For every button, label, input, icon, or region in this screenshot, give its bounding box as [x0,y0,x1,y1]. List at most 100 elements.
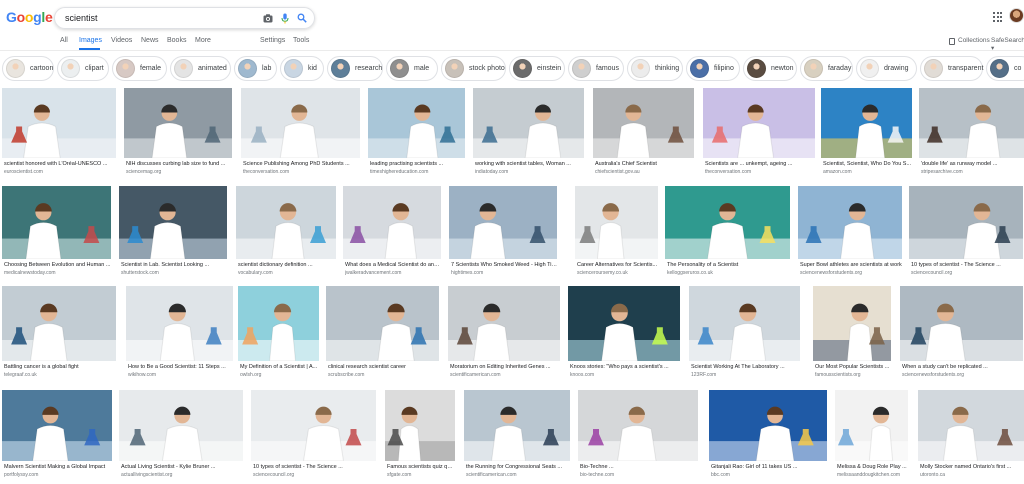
chip-transparent[interactable]: transparent [920,56,983,81]
image-thumbnail[interactable] [126,286,233,361]
image-caption[interactable]: Moratorium on Editing Inherited Genes ..… [450,364,560,370]
chip-newton[interactable]: newton [743,56,797,81]
image-caption[interactable]: working with scientist tables, Woman ... [475,161,584,167]
image-caption[interactable]: Malvern Scientist Making a Global Impact [4,464,112,470]
image-result[interactable]: working with scientist tables, Woman ...… [473,88,584,178]
search-input[interactable] [65,13,257,23]
image-caption[interactable]: Gitanjali Rao: Girl of 11 takes US ... [711,464,827,470]
image-result[interactable]: Moratorium on Editing Inherited Genes ..… [448,286,560,381]
chip-co[interactable]: co [986,56,1024,81]
image-caption[interactable]: Bio-Techne ... [580,464,698,470]
image-caption[interactable]: When a study can't be replicated ... [902,364,1023,370]
image-caption[interactable]: Scientist Working At The Laboratory ... [691,364,800,370]
image-thumbnail[interactable] [343,186,441,259]
image-result[interactable]: scientist dictionary definition ... vocab… [236,186,336,279]
image-thumbnail[interactable] [813,286,891,361]
image-result[interactable]: When a study can't be replicated ... scie… [900,286,1023,381]
image-result[interactable]: Actual Living Scientist - Kylie Bruner .… [119,390,243,481]
image-result[interactable]: clinical research scientist career scrubs… [326,286,439,381]
chip-einstein[interactable]: einstein [509,56,565,81]
image-result[interactable]: Super Bowl athletes are scientists at wo… [798,186,902,279]
image-thumbnail[interactable] [236,186,336,259]
image-result[interactable]: Malvern Scientist Making a Global Impact… [2,390,112,481]
image-result[interactable]: NIH discusses curbing lab size to fund .… [124,88,232,178]
image-thumbnail[interactable] [593,88,694,158]
image-caption[interactable]: My Definition of a Scientist | A... [240,364,319,370]
image-result[interactable]: Australia's Chief Scientist chiefscientis… [593,88,694,178]
chip-famous[interactable]: famous [568,56,624,81]
image-thumbnail[interactable] [709,390,827,461]
image-thumbnail[interactable] [578,390,698,461]
image-thumbnail[interactable] [575,186,658,259]
image-caption[interactable]: Choosing Between Evolution and Human ... [4,262,111,268]
image-result[interactable]: 10 types of scientist - The Science ... s… [251,390,376,481]
image-result[interactable]: 7 Scientists Who Smoked Weed - High Time… [449,186,557,279]
image-caption[interactable]: Career Alternatives for Scientis... [577,262,658,268]
image-thumbnail[interactable] [238,286,319,361]
image-caption[interactable]: scientist dictionary definition ... [238,262,336,268]
image-thumbnail[interactable] [2,390,112,461]
chip-faraday[interactable]: faraday [800,56,853,81]
chip-clipart[interactable]: clipart [57,56,109,81]
tab-more[interactable]: More [195,37,211,44]
image-thumbnail[interactable] [385,390,455,461]
image-caption[interactable]: leading practising scientists ... [370,161,465,167]
google-logo[interactable]: Google [6,9,53,25]
image-caption[interactable]: Our Most Popular Scientists ... [815,364,891,370]
image-result[interactable]: What does a Medical Scientist do and... j… [343,186,441,279]
image-thumbnail[interactable] [241,88,360,158]
image-thumbnail[interactable] [798,186,902,259]
tab-images[interactable]: Images [79,37,102,44]
image-thumbnail[interactable] [919,88,1024,158]
image-result[interactable]: Molly Stocker named Ontario's first ... u… [918,390,1024,481]
image-caption[interactable]: Battling cancer is a global fight [4,364,116,370]
image-caption[interactable]: 10 types of scientist - The Science ... [911,262,1023,268]
image-result[interactable]: Scientist, Scientist, Who Do You S... ama… [821,88,912,178]
image-result[interactable]: leading practising scientists ... timeshi… [368,88,465,178]
image-caption[interactable]: Super Bowl athletes are scientists at wo… [800,262,902,268]
chip-drawing[interactable]: drawing [856,56,917,81]
image-caption[interactable]: Knoos stories: "Who pays a scientist's .… [570,364,680,370]
image-thumbnail[interactable] [900,286,1023,361]
tab-books[interactable]: Books [167,37,186,44]
chip-kid[interactable]: kid [280,56,324,81]
image-result[interactable]: Science Publishing Among PhD Students ..… [241,88,360,178]
image-caption[interactable]: Famous scientists quiz qui... [387,464,455,470]
image-thumbnail[interactable] [665,186,790,259]
image-caption[interactable]: Australia's Chief Scientist [595,161,694,167]
image-result[interactable]: Scientist in Lab. Scientist Looking ... s… [119,186,227,279]
image-caption[interactable]: the Running for Congressional Seats ... [466,464,570,470]
image-thumbnail[interactable] [909,186,1023,259]
chip-stock-photo[interactable]: stock photo [441,56,506,81]
image-result[interactable]: Career Alternatives for Scientis... scien… [575,186,658,279]
image-result[interactable]: How to Be a Good Scientist: 11 Steps ...… [126,286,233,381]
image-thumbnail[interactable] [2,88,116,158]
image-caption[interactable]: Science Publishing Among PhD Students ..… [243,161,360,167]
image-result[interactable]: Our Most Popular Scientists ... famoussci… [813,286,891,381]
image-thumbnail[interactable] [124,88,232,158]
image-caption[interactable]: Scientist, Scientist, Who Do You S... [823,161,912,167]
image-thumbnail[interactable] [368,88,465,158]
image-caption[interactable]: Melissa & Doug Role Play ... [837,464,908,470]
image-caption[interactable]: scientist honored with L'Oréal-UNESCO ..… [4,161,116,167]
image-thumbnail[interactable] [2,186,111,259]
image-thumbnail[interactable] [689,286,800,361]
collections-link[interactable]: Collections [958,37,990,44]
search-icon[interactable] [295,12,308,25]
image-caption[interactable]: clinical research scientist career [328,364,439,370]
chip-filipino[interactable]: filipino [686,56,740,81]
image-result[interactable]: the Running for Congressional Seats ... s… [464,390,570,481]
image-result[interactable]: Scientists are ... unkempt, ageing ... th… [703,88,815,178]
mic-icon[interactable] [278,12,291,25]
image-caption[interactable]: Scientist in Lab. Scientist Looking ... [121,262,227,268]
settings-link[interactable]: Settings [260,37,285,44]
image-result[interactable]: 10 types of scientist - The Science ... s… [909,186,1023,279]
image-result[interactable]: Gitanjali Rao: Girl of 11 takes US ... bb… [709,390,827,481]
image-caption[interactable]: Scientists are ... unkempt, ageing ... [705,161,815,167]
image-result[interactable]: Battling cancer is a global fight telegra… [2,286,116,381]
image-result[interactable]: 'double life' as runway model ... stripes… [919,88,1024,178]
image-caption[interactable]: 'double life' as runway model ... [921,161,1024,167]
apps-grid-icon[interactable] [993,12,1003,22]
image-caption[interactable]: How to Be a Good Scientist: 11 Steps ... [128,364,233,370]
image-thumbnail[interactable] [473,88,584,158]
